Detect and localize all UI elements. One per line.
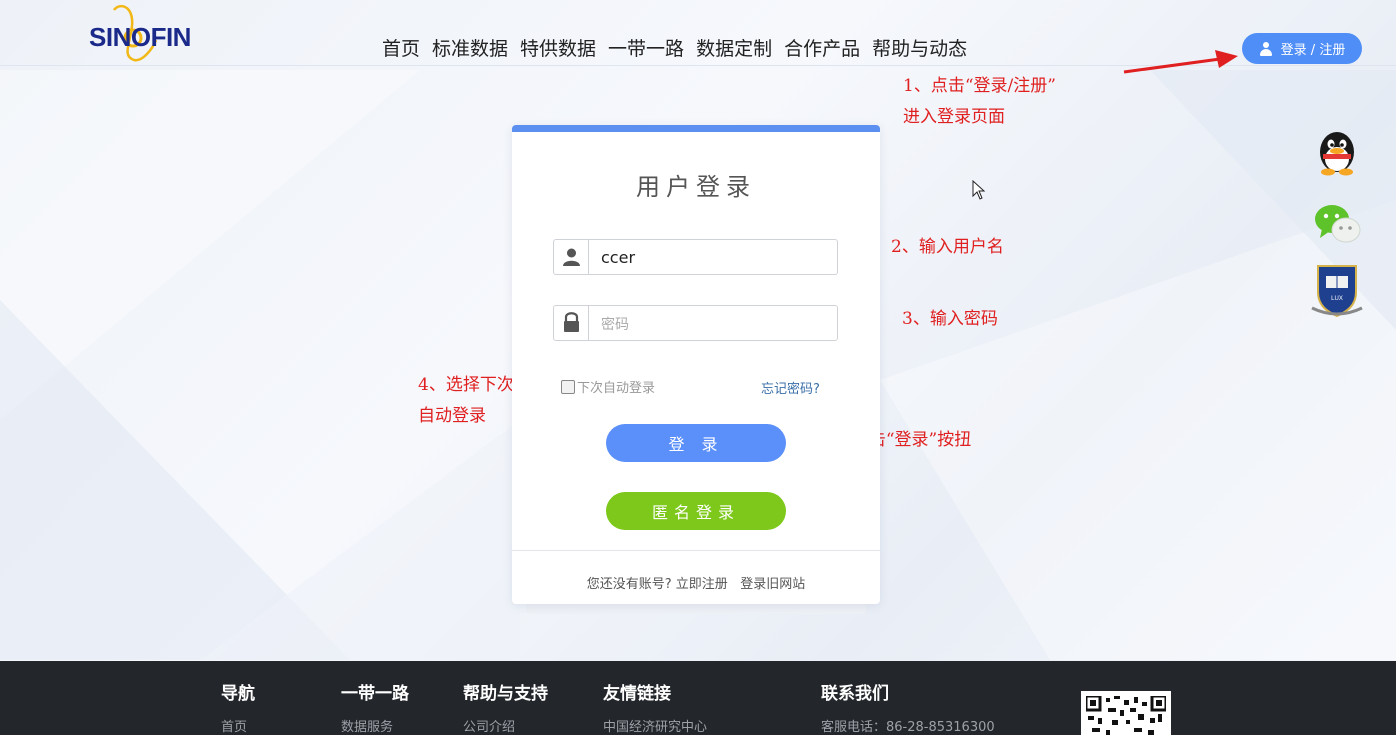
annotation-step4: 4、选择下次 自动登录 bbox=[418, 370, 514, 432]
logo-text: SINOFIN bbox=[89, 22, 191, 52]
annotation-arrow-icon bbox=[1123, 50, 1238, 74]
nav-item-standard-data[interactable]: 标准数据 bbox=[432, 34, 508, 61]
username-field[interactable] bbox=[553, 239, 838, 275]
qr-code-icon bbox=[1081, 691, 1171, 735]
login-title: 用户登录 bbox=[636, 173, 756, 201]
card-divider bbox=[512, 550, 880, 551]
footer-link[interactable]: 中国经济研究中心 bbox=[603, 716, 707, 735]
annotation-step2: 2、输入用户名 bbox=[891, 237, 1004, 257]
footer-col-nav: 导航 首页 bbox=[221, 679, 255, 735]
annotation-step4-line2: 自动登录 bbox=[418, 406, 486, 426]
footer-col-help: 帮助与支持 公司介绍 bbox=[463, 679, 548, 735]
footer-heading: 导航 bbox=[221, 684, 255, 704]
footer-col-contact: 联系我们 客服电话：86-28-85316300 bbox=[821, 679, 995, 735]
password-field[interactable] bbox=[553, 305, 838, 341]
remember-me: 下次自动登录 bbox=[561, 377, 655, 396]
footer-link[interactable]: 首页 bbox=[221, 716, 255, 735]
wechat-icon[interactable] bbox=[1310, 196, 1364, 250]
footer-link[interactable]: 数据服务 bbox=[341, 716, 409, 735]
forgot-password-link[interactable]: 忘记密码? bbox=[761, 378, 820, 397]
user-icon bbox=[554, 240, 589, 274]
nav-item-belt-road[interactable]: 一带一路 bbox=[608, 34, 684, 61]
lock-icon bbox=[554, 306, 589, 340]
footer-col-links: 友情链接 中国经济研究中心 bbox=[603, 679, 707, 735]
footer-heading: 帮助与支持 bbox=[463, 684, 548, 704]
no-account-text: 您还没有账号? bbox=[586, 577, 672, 592]
nav-item-special-data[interactable]: 特供数据 bbox=[520, 34, 596, 61]
university-crest-icon[interactable]: LUX bbox=[1310, 262, 1364, 318]
user-icon bbox=[1259, 41, 1273, 56]
footer-phone: 客服电话：86-28-85316300 bbox=[821, 720, 995, 735]
annotation-step1: 1、点击“登录/注册” 进入登录页面 bbox=[903, 71, 1056, 133]
footer-col-belt-road: 一带一路 数据服务 bbox=[341, 679, 409, 735]
old-site-link[interactable]: 登录旧网站 bbox=[740, 577, 805, 592]
nav-item-partner-products[interactable]: 合作产品 bbox=[784, 34, 860, 61]
nav-item-home[interactable]: 首页 bbox=[382, 34, 420, 61]
annotation-step4-line1: 4、选择下次 bbox=[418, 375, 514, 395]
register-link[interactable]: 立即注册 bbox=[676, 577, 728, 592]
svg-text:LUX: LUX bbox=[1331, 296, 1343, 302]
footer-heading: 一带一路 bbox=[341, 684, 409, 704]
anonymous-login-button[interactable]: 匿名登录 bbox=[606, 492, 786, 530]
login-button[interactable]: 登 录 bbox=[606, 424, 786, 462]
annotation-step3: 3、输入密码 bbox=[902, 309, 998, 329]
login-register-button[interactable]: 登录 / 注册 bbox=[1242, 33, 1362, 64]
mouse-cursor-icon bbox=[972, 180, 986, 200]
card-bottom-links: 您还没有账号? 立即注册 登录旧网站 bbox=[512, 573, 880, 592]
main-nav: 首页 标准数据 特供数据 一带一路 数据定制 合作产品 帮助与动态 bbox=[382, 34, 967, 61]
qq-icon[interactable] bbox=[1310, 126, 1364, 180]
login-card: 用户登录 下次自动登录 忘记密码? 登 录 匿名登录 您还没有账号? 立即注册 … bbox=[512, 125, 880, 604]
annotation-step1-line1: 1、点击“登录/注册” bbox=[903, 76, 1056, 96]
annotation-step1-line2: 进入登录页面 bbox=[903, 107, 1005, 127]
nav-item-custom-data[interactable]: 数据定制 bbox=[696, 34, 772, 61]
sinofin-logo[interactable]: SINOFIN bbox=[86, 4, 206, 62]
nav-item-help-news[interactable]: 帮助与动态 bbox=[872, 34, 967, 61]
footer-heading: 友情链接 bbox=[603, 684, 671, 704]
password-input[interactable] bbox=[589, 306, 837, 340]
footer: 导航 首页 一带一路 数据服务 帮助与支持 公司介绍 友情链接 中国经济研究中心… bbox=[0, 661, 1396, 735]
username-input[interactable] bbox=[589, 240, 837, 274]
footer-link[interactable]: 公司介绍 bbox=[463, 716, 548, 735]
footer-heading: 联系我们 bbox=[821, 684, 889, 704]
login-register-label: 登录 / 注册 bbox=[1280, 43, 1346, 58]
remember-me-checkbox[interactable] bbox=[561, 379, 575, 394]
remember-me-label: 下次自动登录 bbox=[577, 381, 656, 396]
